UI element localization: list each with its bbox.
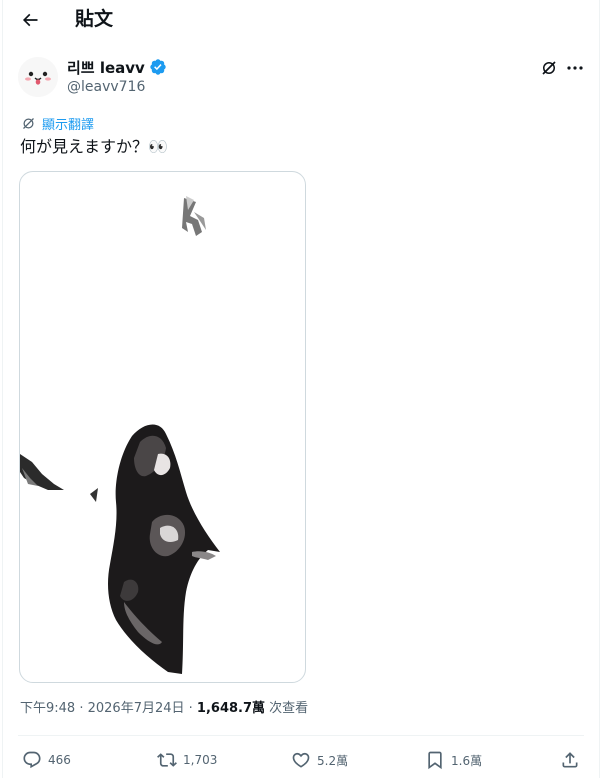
like-button[interactable]: 5.2萬 (291, 746, 348, 774)
repost-count: 1,703 (183, 753, 218, 767)
like-count: 5.2萬 (317, 753, 349, 768)
repost-icon (157, 753, 177, 767)
meta-separator: · (184, 701, 197, 716)
tweet-text: 何が見えますか？👀 (20, 137, 168, 156)
frame-border-left (2, 0, 3, 778)
show-translation-link[interactable]: 顯示翻譯 (21, 114, 94, 133)
reply-count: 466 (48, 753, 71, 767)
bookmark-icon (428, 751, 442, 770)
more-dots-icon (567, 66, 583, 70)
grok-button[interactable] (538, 57, 560, 79)
view-count[interactable]: 1,648.7萬 (197, 701, 265, 716)
view-count-label: 次查看 (265, 701, 309, 716)
verified-badge-icon[interactable] (149, 58, 167, 76)
more-options-button[interactable] (563, 57, 587, 79)
arrow-left-icon (22, 13, 38, 27)
bookmark-count: 1.6萬 (451, 753, 483, 768)
back-button[interactable] (16, 6, 44, 34)
share-icon (562, 752, 578, 768)
meta-separator: · (75, 701, 88, 716)
media-logo-mark (182, 196, 206, 236)
frame-border-right (599, 0, 600, 778)
reply-button[interactable]: 466 (22, 746, 71, 774)
avatar-face-icon (18, 57, 58, 97)
divider (18, 735, 584, 736)
grok-translate-icon (23, 118, 34, 129)
tweet-actions-bar: 466 1,703 5.2萬 1.6萬 (0, 746, 602, 774)
media-illustration (20, 196, 220, 674)
grok-icon (542, 61, 556, 75)
author-handle[interactable]: @leavv716 (67, 79, 167, 95)
media-black-shape (108, 424, 220, 674)
tweet-date[interactable]: 2026年7月24日 (88, 701, 185, 716)
tweet-media-image[interactable] (19, 171, 306, 683)
page-header: 貼文 (0, 0, 602, 40)
reply-icon (23, 751, 41, 769)
bookmark-button[interactable]: 1.6萬 (425, 746, 482, 774)
repost-button[interactable]: 1,703 (157, 746, 217, 774)
share-button[interactable] (560, 746, 580, 774)
author-display-name[interactable]: 리쁘 leavv (67, 57, 145, 78)
page-title: 貼文 (75, 8, 114, 30)
media-left-fragment (20, 454, 64, 490)
tweet-meta: 下午9:48 · 2026年7月24日 · 1,648.7萬 次查看 (20, 700, 308, 718)
heart-icon (292, 752, 310, 768)
show-translation-label: 顯示翻譯 (42, 118, 95, 133)
tweet-time[interactable]: 下午9:48 (20, 701, 75, 716)
avatar[interactable] (18, 57, 58, 97)
author-info: 리쁘 leavv @leavv716 (67, 57, 167, 95)
